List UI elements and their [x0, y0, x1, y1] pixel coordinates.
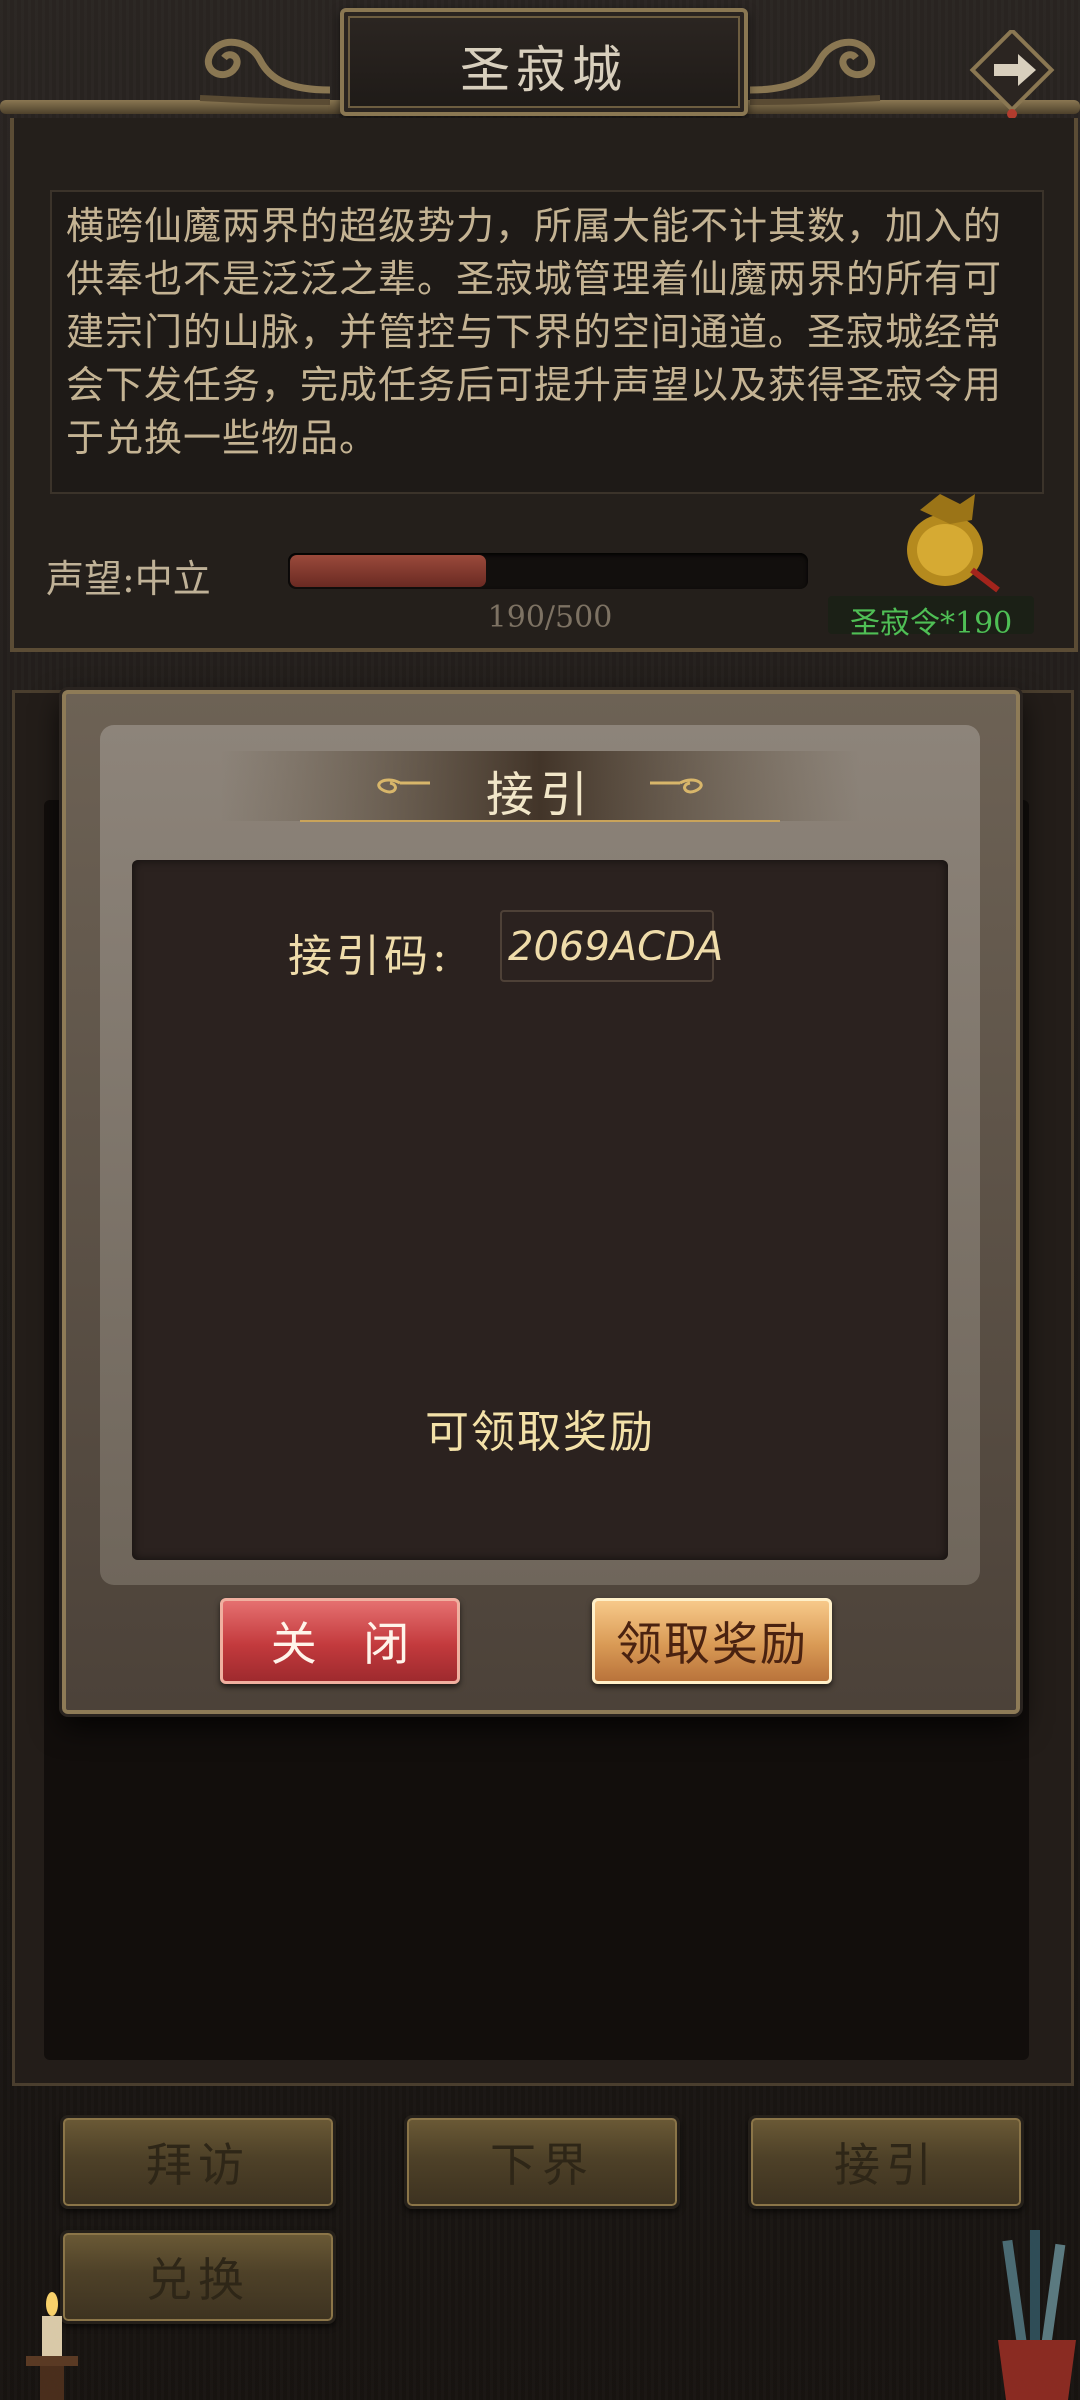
- scroll-ornament-right: [750, 38, 881, 105]
- title-plate: 圣寂城: [340, 8, 748, 116]
- exchange-button[interactable]: 兑换: [60, 2230, 336, 2324]
- guide-code-field[interactable]: 2069ACDA: [500, 910, 723, 982]
- reputation-label: 声望:中立: [46, 557, 211, 601]
- reputation-bar-fill: [290, 555, 486, 587]
- scroll-ornament-left: [199, 38, 330, 105]
- next-arrow-button[interactable]: [962, 30, 1062, 130]
- guide-button[interactable]: 接引: [748, 2115, 1024, 2209]
- lower-realm-button[interactable]: 下界: [404, 2115, 680, 2209]
- reputation-bar: [288, 553, 808, 589]
- candle-icon: [26, 2292, 78, 2400]
- token-count: 圣寂令*190: [850, 606, 1013, 641]
- token-icon: [907, 494, 1000, 593]
- code-label: 接引码:: [288, 931, 451, 982]
- reward-hint: 可领取奖励: [425, 1407, 655, 1458]
- claim-reward-button[interactable]: 领取奖励: [592, 1598, 832, 1684]
- faction-description: 横跨仙魔两界的超级势力，所属大能不计其数，加入的供奉也不是泛泛之辈。圣寂城管理着…: [66, 204, 1003, 460]
- dialog-title: 接引: [485, 767, 594, 823]
- visit-button[interactable]: 拜访: [60, 2115, 336, 2209]
- reputation-count: 190/500: [487, 600, 613, 635]
- close-button[interactable]: 关 闭: [220, 1598, 460, 1684]
- header: 圣寂城: [0, 0, 1080, 130]
- scroll-pot-icon: [998, 2230, 1076, 2400]
- page-title: 圣寂城: [460, 41, 628, 99]
